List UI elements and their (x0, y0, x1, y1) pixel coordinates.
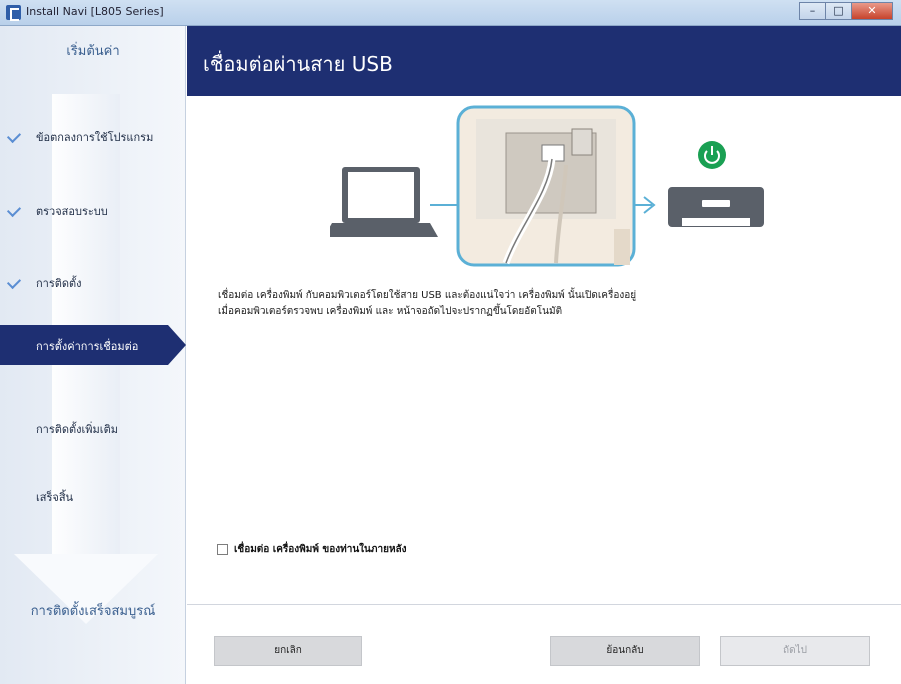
sidebar-item-label: ข้อตกลงการใช้โปรแกรม (36, 131, 154, 144)
sidebar-complete-label: การติดตั้งเสร็จสมบูรณ์ (30, 604, 156, 619)
sidebar-start-label: เริ่มต้นค่า (66, 44, 120, 59)
sidebar: เริ่มต้นค่า ข้อตกลงการใช้โปรแกรม ตรวจสอบ… (0, 26, 186, 684)
sidebar-item-system-check: ตรวจสอบระบบ (0, 192, 186, 232)
printer-icon (668, 187, 764, 227)
minimize-icon: – (809, 4, 816, 17)
close-button[interactable]: ✕ (851, 2, 893, 20)
footer-divider (187, 604, 901, 605)
maximize-button[interactable]: □ (825, 2, 851, 20)
power-icon (698, 141, 726, 169)
sidebar-item-label: เสร็จสิ้น (36, 491, 74, 504)
cancel-button[interactable]: ยกเลิก (214, 636, 362, 666)
sidebar-item-label: การตั้งค่าการเชื่อมต่อ (36, 340, 139, 353)
sidebar-item-connection-setup: การตั้งค่าการเชื่อมต่อ (0, 325, 186, 365)
back-button[interactable]: ย้อนกลับ (550, 636, 700, 666)
instruction-text: เชื่อมต่อ เครื่องพิมพ์ กับคอมพิวเตอร์โดย… (218, 288, 858, 320)
window-controls: – □ ✕ (799, 2, 893, 22)
sidebar-item-label: การติดตั้ง (36, 277, 82, 290)
laptop-icon (330, 167, 438, 237)
next-button: ถัดไป (720, 636, 870, 666)
connect-later-row[interactable]: เชื่อมต่อ เครื่องพิมพ์ ของท่านในภายหลัง (217, 541, 407, 557)
sidebar-item-installation: การติดตั้ง (0, 264, 186, 304)
maximize-icon: □ (833, 4, 844, 17)
check-icon (6, 274, 22, 290)
minimize-button[interactable]: – (799, 2, 825, 20)
close-icon: ✕ (867, 4, 877, 17)
arrow-right-icon (634, 196, 656, 214)
window-title: Install Navi [L805 Series] (26, 5, 164, 18)
check-icon (6, 128, 22, 144)
sidebar-item-additional-install: การติดตั้งเพิ่มเติม (0, 410, 186, 450)
instruction-line-2: เมื่อคอมพิวเตอร์ตรวจพบ เครื่องพิมพ์ และ … (218, 306, 563, 317)
check-icon (6, 202, 22, 218)
usb-connection-illustration (330, 105, 764, 267)
page-title: เชื่อมต่อผ่านสาย USB (203, 52, 393, 76)
page-header: เชื่อมต่อผ่านสาย USB (187, 26, 901, 96)
connect-later-checkbox[interactable] (217, 543, 228, 555)
sidebar-item-license: ข้อตกลงการใช้โปรแกรม (0, 118, 186, 158)
title-bar: Install Navi [L805 Series] – □ ✕ (0, 0, 901, 26)
connect-later-label: เชื่อมต่อ เครื่องพิมพ์ ของท่านในภายหลัง (234, 543, 407, 555)
app-icon (6, 5, 21, 21)
sidebar-item-finish: เสร็จสิ้น (0, 478, 186, 518)
sidebar-item-label: ตรวจสอบระบบ (36, 205, 108, 218)
sidebar-item-label: การติดตั้งเพิ่มเติม (36, 423, 118, 436)
instruction-line-1: เชื่อมต่อ เครื่องพิมพ์ กับคอมพิวเตอร์โดย… (218, 290, 637, 301)
usb-cable-icon (456, 105, 636, 267)
